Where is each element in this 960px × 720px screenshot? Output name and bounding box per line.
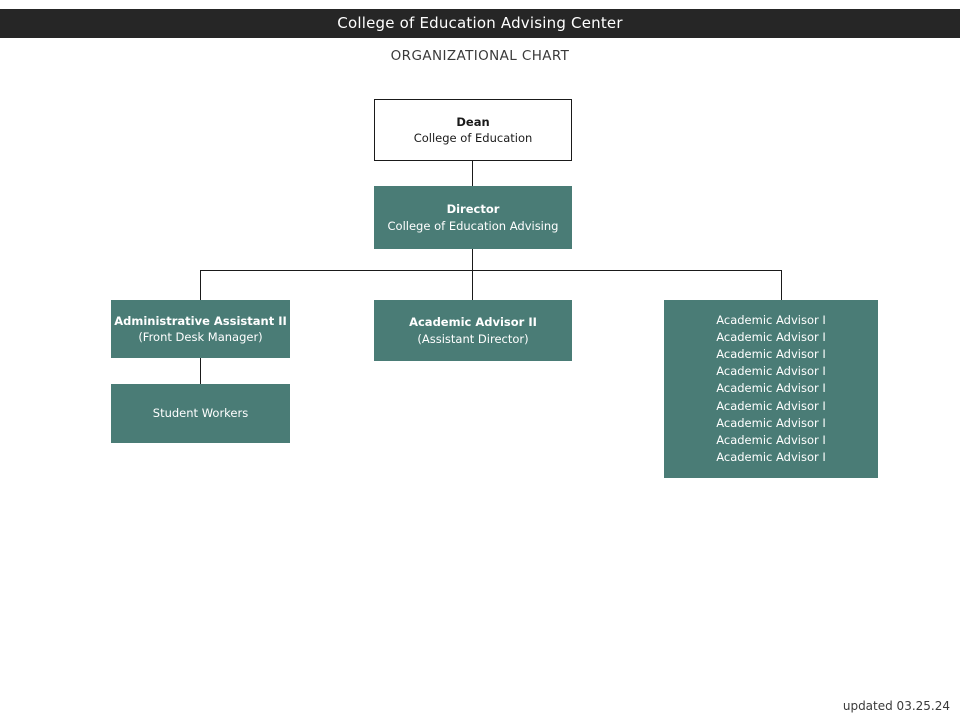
org-node-dean-title: Dean xyxy=(456,114,490,129)
org-node-academic-advisor-1-item: Academic Advisor I xyxy=(716,398,826,413)
org-node-academic-advisor-1-item: Academic Advisor I xyxy=(716,449,826,464)
slide-title-bar: College of Education Advising Center xyxy=(0,9,960,38)
org-node-student-workers: Student Workers xyxy=(111,384,290,443)
connector-dean-to-director xyxy=(472,160,474,187)
org-node-academic-advisor-1-item: Academic Advisor I xyxy=(716,364,826,379)
org-chart-slide: College of Education Advising Center ORG… xyxy=(0,0,960,720)
org-node-administrative-assistant: Administrative Assistant II (Front Desk … xyxy=(111,300,290,358)
org-node-director-title: Director xyxy=(446,202,500,217)
org-node-administrative-assistant-subtitle: (Front Desk Manager) xyxy=(138,330,263,344)
org-node-academic-advisor-1-list: Academic Advisor I Academic Advisor I Acad… xyxy=(664,300,878,478)
org-node-dean-subtitle: College of Education xyxy=(413,131,533,145)
org-node-academic-advisor-2-title: Academic Advisor II xyxy=(409,315,537,330)
org-node-academic-advisor-1-item: Academic Advisor I xyxy=(716,330,826,345)
connector-bus-to-academic-advisor-2 xyxy=(472,270,474,301)
slide-title: College of Education Advising Center xyxy=(337,14,623,32)
org-node-student-workers-title: Student Workers xyxy=(152,406,249,421)
org-node-academic-advisor-1-item: Academic Advisor I xyxy=(716,347,826,362)
connector-bus-to-academic-advisor-1-list xyxy=(781,270,783,301)
connector-horizontal-bus xyxy=(200,270,782,272)
connector-admin-assistant-to-student-workers xyxy=(200,357,202,385)
page-subtitle: ORGANIZATIONAL CHART xyxy=(390,48,570,64)
connector-bus-to-admin-assistant xyxy=(200,270,202,301)
org-node-dean: Dean College of Education xyxy=(374,99,572,161)
org-node-academic-advisor-2-subtitle: (Assistant Director) xyxy=(417,331,529,346)
org-node-director-subtitle: College of Education Advising xyxy=(387,218,559,233)
connector-director-to-bus xyxy=(472,248,474,271)
updated-date-label: updated 03.25.24 xyxy=(842,699,950,713)
org-node-academic-advisor-1-item: Academic Advisor I xyxy=(716,415,826,430)
org-node-director: Director College of Education Advising xyxy=(374,186,572,249)
org-node-administrative-assistant-title: Administrative Assistant II xyxy=(114,313,287,328)
org-node-academic-advisor-2: Academic Advisor II (Assistant Director) xyxy=(374,300,572,361)
org-node-academic-advisor-1-item: Academic Advisor I xyxy=(716,432,826,447)
org-node-academic-advisor-1-item: Academic Advisor I xyxy=(716,313,826,328)
org-node-academic-advisor-1-item: Academic Advisor I xyxy=(716,381,826,396)
